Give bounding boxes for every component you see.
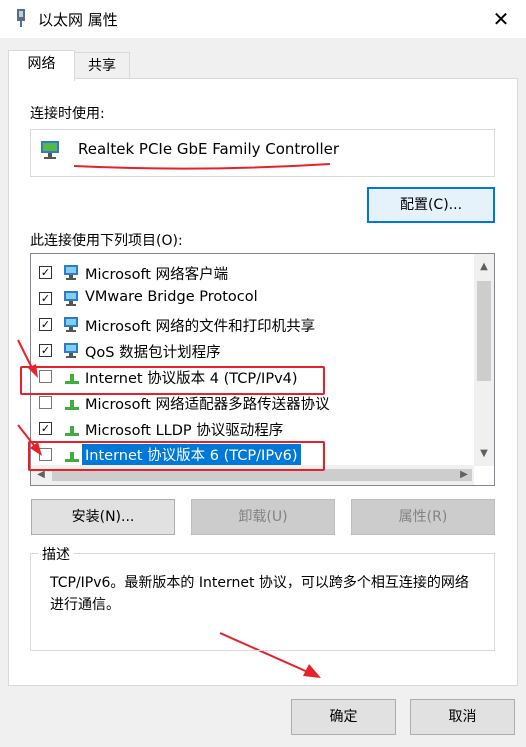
annotation-box-ipv4 <box>20 366 325 395</box>
connect-using-label: 连接时使用: <box>30 106 105 122</box>
adapter-icon <box>41 141 59 159</box>
scroll-up-arrow-icon[interactable]: ▲ <box>475 258 493 276</box>
protocol-icon <box>65 400 79 410</box>
network-service-icon <box>64 317 78 332</box>
adapter-name: Realtek PCIe GbE Family Controller <box>78 140 340 158</box>
uninstall-button[interactable]: 卸载(U) <box>191 499 335 535</box>
vertical-scroll-thumb[interactable] <box>477 281 491 381</box>
checkbox[interactable]: ✓ <box>39 292 52 305</box>
tab-sharing[interactable]: 共享 <box>74 52 130 78</box>
ok-button[interactable]: 确定 <box>291 699 396 735</box>
install-button[interactable]: 安装(N)... <box>31 499 175 535</box>
description-text: TCP/IPv6。最新版本的 Internet 协议，可以跨多个相互连接的网络进… <box>50 575 469 613</box>
item-label: QoS 数据包计划程序 <box>85 345 221 361</box>
network-service-icon <box>64 291 78 306</box>
tab-networking[interactable]: 网络 <box>8 50 75 81</box>
cancel-button[interactable]: 取消 <box>410 699 515 735</box>
list-item[interactable]: ✓ Microsoft 网络的文件和打印机共享 <box>31 312 476 338</box>
item-label: Microsoft 网络的文件和打印机共享 <box>85 319 316 335</box>
checkbox[interactable]: ✓ <box>39 266 52 279</box>
network-client-icon <box>64 265 78 280</box>
list-item[interactable]: ✓ Microsoft 网络客户端 <box>31 260 476 286</box>
protocol-icon <box>65 426 79 436</box>
list-item[interactable]: ✓ VMware Bridge Protocol <box>31 286 476 312</box>
annotation-box-ipv6 <box>28 441 325 471</box>
window-title: 以太网 属性 <box>38 11 118 29</box>
item-label: Microsoft 网络适配器多路传送器协议 <box>85 397 330 413</box>
configure-button[interactable]: 配置(C)... <box>367 187 495 223</box>
annotation-underline <box>73 163 331 170</box>
item-label: Microsoft 网络客户端 <box>85 267 229 283</box>
close-button[interactable]: ✕ <box>488 6 514 32</box>
scroll-down-arrow-icon[interactable]: ▼ <box>475 445 493 463</box>
items-label: 此连接使用下列项目(O): <box>30 233 183 249</box>
network-service-icon <box>64 343 78 358</box>
list-item[interactable]: ✓ Microsoft LLDP 协议驱动程序 <box>31 416 476 442</box>
annotation-arrow-icon <box>17 339 42 456</box>
description-title: 描述 <box>38 544 74 564</box>
item-label: Microsoft LLDP 协议驱动程序 <box>85 423 284 439</box>
properties-button[interactable]: 属性(R) <box>351 499 495 535</box>
item-label: VMware Bridge Protocol <box>85 289 258 305</box>
list-item[interactable]: ✓ QoS 数据包计划程序 <box>31 338 476 364</box>
scroll-right-arrow-icon[interactable]: ▶ <box>455 466 473 484</box>
network-adapter-icon <box>17 9 25 27</box>
